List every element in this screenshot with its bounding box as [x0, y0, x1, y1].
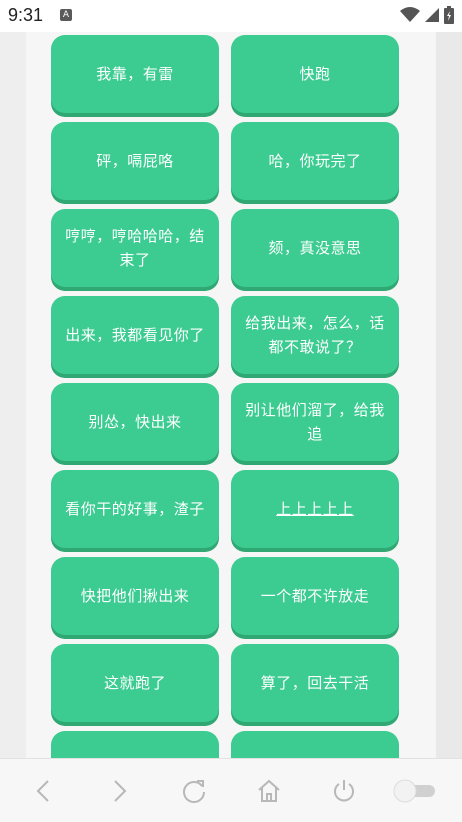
- button-label: 给我出来，怎么，话都不敢说了？: [245, 314, 385, 356]
- button-label: 哼哼，哼哈哈哈，结束了: [65, 227, 205, 269]
- sound-button[interactable]: 哈，你玩完了: [231, 122, 399, 200]
- button-label: 看你干的好事，渣子: [65, 500, 205, 518]
- sound-button[interactable]: 算了，回去干活: [231, 644, 399, 722]
- sound-button[interactable]: [231, 731, 399, 758]
- home-button[interactable]: [251, 773, 287, 809]
- status-time: 9:31: [8, 5, 44, 25]
- button-label: 哈，你玩完了: [268, 152, 362, 170]
- toggle-switch[interactable]: [392, 773, 438, 809]
- sound-button[interactable]: 这就跑了: [51, 644, 219, 722]
- app-notification-icon: A: [60, 9, 72, 21]
- signal-icon: [425, 8, 439, 22]
- button-label: 快把他们揪出来: [80, 587, 190, 605]
- toggle-switch-icon: [393, 779, 435, 803]
- sound-button[interactable]: 上上上上上: [231, 470, 399, 548]
- wifi-icon: [400, 7, 420, 22]
- sound-button[interactable]: [51, 731, 219, 758]
- button-label: 颏，真没意思: [268, 239, 362, 257]
- sound-button[interactable]: 快跑: [231, 35, 399, 113]
- status-icons: [400, 6, 454, 24]
- sound-button[interactable]: 看你干的好事，渣子: [51, 470, 219, 548]
- sound-button-grid[interactable]: 我靠，有雷 快跑 砰，嗝屁咯 哈，你玩完了 哼哼，哼哈哈哈，结束了 颏，真没意思…: [26, 32, 436, 758]
- button-label: 算了，回去干活: [260, 674, 370, 692]
- button-label: 快跑: [299, 65, 331, 83]
- button-label: 出来，我都看见你了: [65, 326, 205, 344]
- forward-icon: [114, 780, 127, 802]
- power-button[interactable]: [326, 773, 362, 809]
- sound-button[interactable]: 别让他们溜了，给我追: [231, 383, 399, 461]
- sound-button[interactable]: 出来，我都看见你了: [51, 296, 219, 374]
- browser-nav-bar: [0, 758, 462, 822]
- left-margin: [0, 32, 26, 758]
- sound-button[interactable]: 快把他们揪出来: [51, 557, 219, 635]
- battery-icon: [444, 6, 454, 24]
- refresh-icon: [183, 780, 205, 803]
- sound-button[interactable]: 哼哼，哼哈哈哈，结束了: [51, 209, 219, 287]
- button-label: 一个都不许放走: [260, 587, 370, 605]
- right-margin: [436, 32, 462, 758]
- back-icon: [36, 780, 49, 802]
- sound-button[interactable]: 一个都不许放走: [231, 557, 399, 635]
- sound-button[interactable]: 我靠，有雷: [51, 35, 219, 113]
- back-button[interactable]: [26, 773, 62, 809]
- sound-button[interactable]: 别怂，快出来: [51, 383, 219, 461]
- forward-button[interactable]: [101, 773, 137, 809]
- status-bar: 9:31 A: [0, 0, 462, 32]
- home-icon: [258, 779, 280, 802]
- sound-button[interactable]: 砰，嗝屁咯: [51, 122, 219, 200]
- power-icon: [334, 780, 354, 802]
- button-label: 这就跑了: [103, 674, 166, 692]
- sound-button[interactable]: 给我出来，怎么，话都不敢说了？: [231, 296, 399, 374]
- button-label: 别让他们溜了，给我追: [245, 401, 385, 443]
- refresh-button[interactable]: [176, 773, 212, 809]
- button-label: 我靠，有雷: [96, 65, 174, 83]
- sound-button[interactable]: 颏，真没意思: [231, 209, 399, 287]
- button-label: 砰，嗝屁咯: [96, 152, 174, 170]
- button-label: 别怂，快出来: [88, 413, 182, 431]
- button-label: 上上上上上: [276, 500, 354, 518]
